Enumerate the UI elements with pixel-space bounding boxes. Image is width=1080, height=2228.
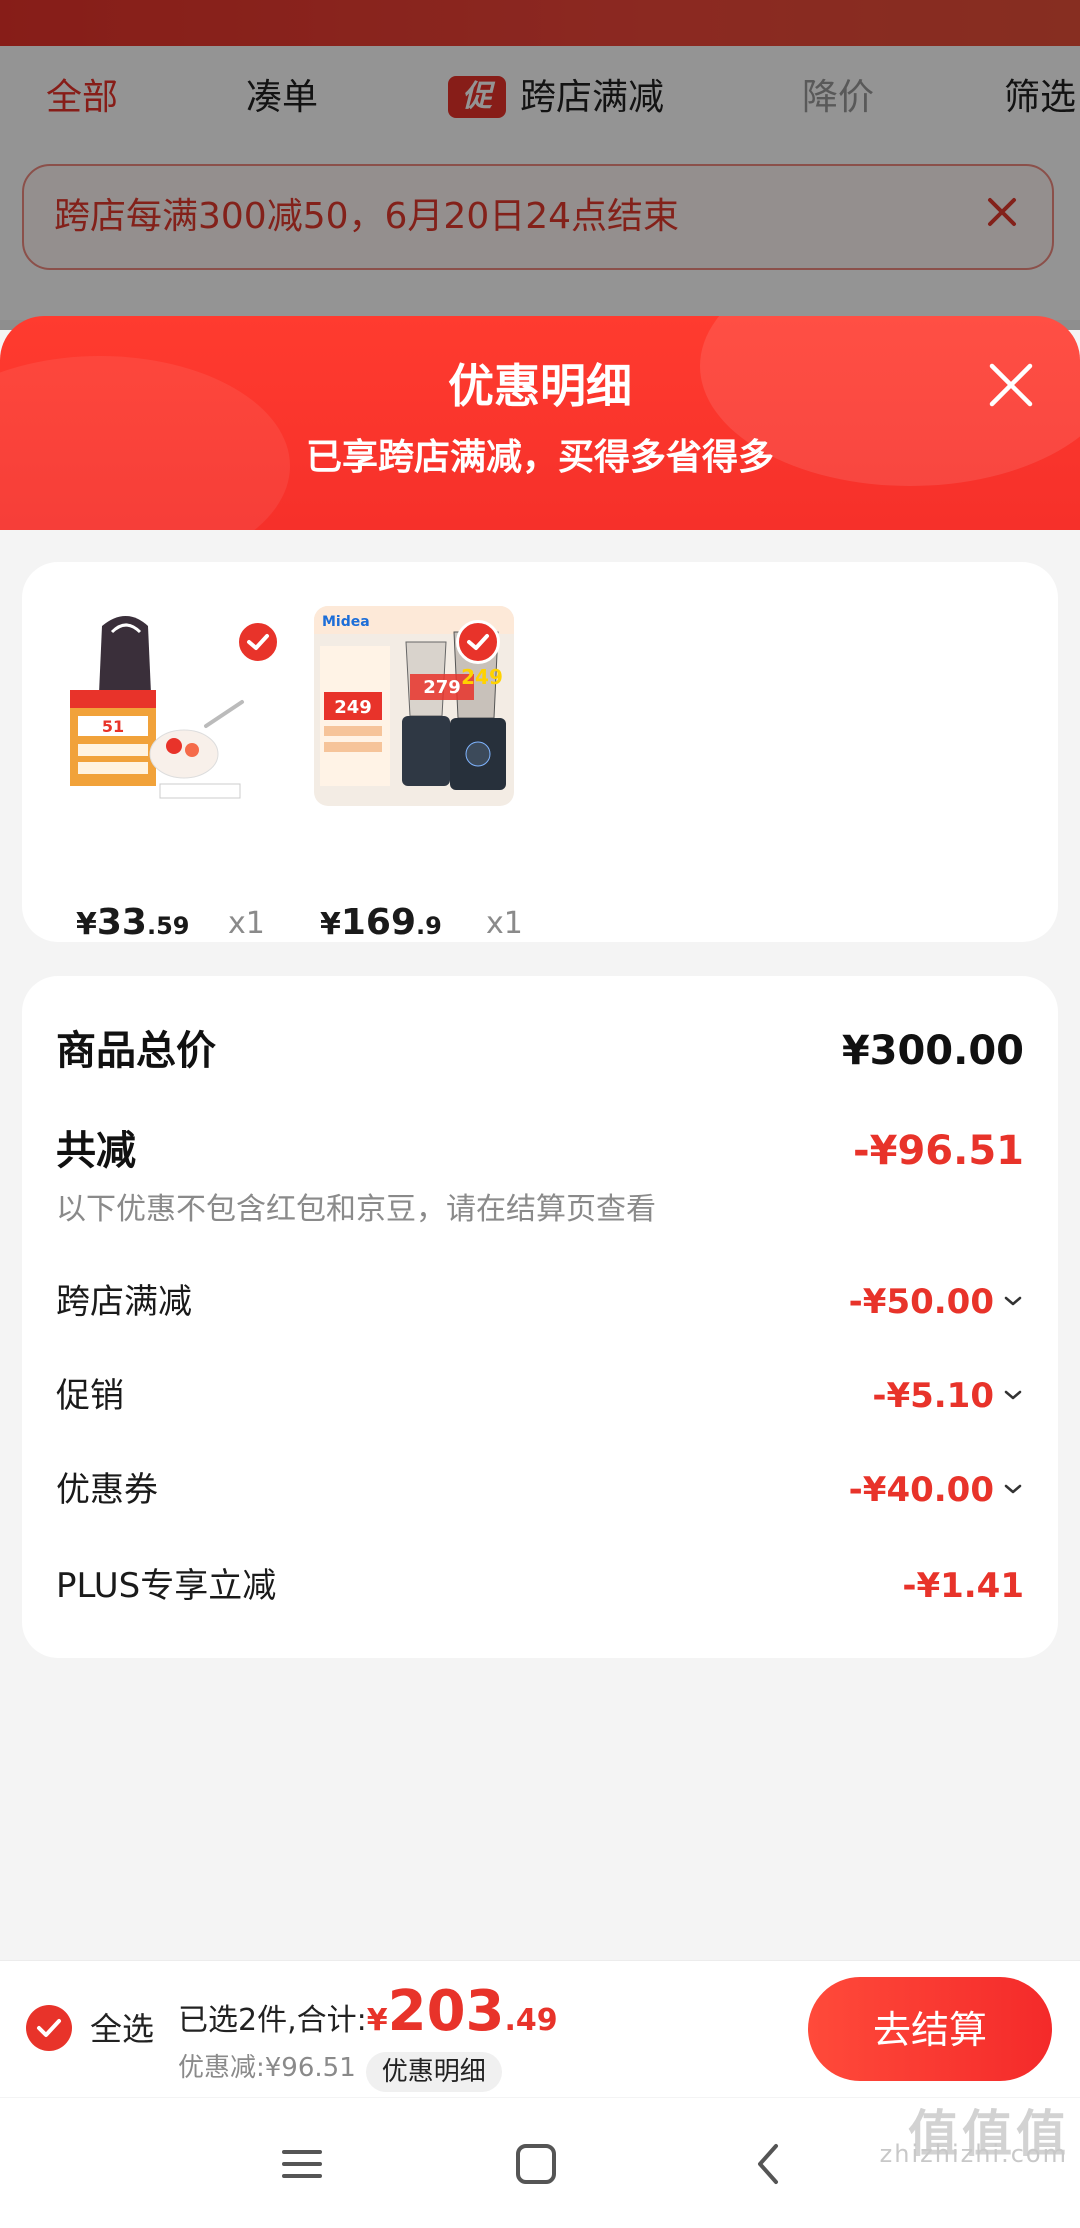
- discount-row[interactable]: 跨店满减 -¥50.00: [56, 1280, 1024, 1324]
- total-price-value: ¥300.00: [841, 1028, 1024, 1074]
- checkmark-icon: [37, 2019, 61, 2037]
- product-quantity: x1: [486, 906, 523, 941]
- back-icon[interactable]: [740, 2134, 800, 2194]
- discount-label: 促销: [56, 1376, 124, 1416]
- discount-amount: -¥40.00: [848, 1470, 994, 1510]
- total-integer: 203: [387, 1979, 505, 2044]
- total-price-label: 商品总价: [56, 1028, 216, 1074]
- discount-amount: -¥5.10: [872, 1376, 994, 1416]
- reduction-note-row: 以下优惠不包含红包和京豆，请在结算页查看: [56, 1190, 1024, 1230]
- product-price: ¥169.9: [320, 902, 442, 943]
- menu-icon[interactable]: [272, 2134, 332, 2194]
- price-integer: 33: [96, 902, 147, 943]
- discount-row[interactable]: 优惠券 -¥40.00: [56, 1468, 1024, 1512]
- discount-label: 跨店满减: [56, 1282, 192, 1322]
- sheet-title: 优惠明细: [448, 359, 632, 413]
- discount-value[interactable]: -¥40.00: [849, 1468, 1024, 1512]
- svg-text:279: 279: [423, 677, 461, 698]
- svg-text:249: 249: [334, 697, 372, 718]
- total-reduction-value: -¥96.51: [853, 1128, 1024, 1174]
- select-all-checkbox[interactable]: [26, 2005, 72, 2051]
- selected-count-text: 已选2件,合计:: [178, 2003, 367, 2038]
- discount-value: -¥1.41: [902, 1566, 1024, 1606]
- chevron-down-icon[interactable]: [1002, 1384, 1024, 1406]
- svg-text:249: 249: [461, 665, 503, 689]
- checkout-button[interactable]: 去结算: [808, 1977, 1052, 2081]
- discount-value[interactable]: -¥50.00: [849, 1280, 1024, 1324]
- svg-text:51: 51: [102, 717, 124, 736]
- currency-symbol: ¥: [76, 907, 97, 942]
- price-summary-card: 商品总价 ¥300.00 共减 -¥96.51 以下优惠不包含红包和京豆，请在结…: [22, 976, 1058, 1658]
- select-all-label[interactable]: 全选: [90, 2009, 154, 2049]
- checkmark-icon: [456, 620, 500, 664]
- discount-sheet-header: 优惠明细 已享跨店满减，买得多省得多: [0, 316, 1080, 530]
- sheet-subtitle: 已享跨店满减，买得多省得多: [305, 437, 774, 478]
- total-reduction-row: 共减 -¥96.51: [56, 1126, 1024, 1176]
- total-price-row: 商品总价 ¥300.00: [56, 1026, 1024, 1076]
- discount-amount: -¥50.00: [848, 1282, 994, 1322]
- close-icon[interactable]: [986, 360, 1036, 410]
- price-integer: 169: [340, 902, 417, 943]
- total-reduction-label: 共减: [56, 1128, 136, 1174]
- discount-value[interactable]: -¥5.10: [872, 1374, 1024, 1418]
- discount-row[interactable]: 促销 -¥5.10: [56, 1374, 1024, 1418]
- selected-products-card: 51 ¥33.59 x1 Midea 249 279 249 ¥169.9 x1: [22, 562, 1058, 943]
- product-quantity: x1: [228, 906, 265, 941]
- selected-total: 已选2件,合计:¥203.49: [178, 1979, 558, 2044]
- discount-row: PLUS专享立减 -¥1.41: [56, 1564, 1024, 1608]
- price-decimal: .9: [416, 912, 442, 940]
- discount-summary-text: 优惠减:¥96.51: [178, 2053, 356, 2083]
- svg-text:Midea: Midea: [322, 614, 370, 630]
- checkout-bar: 全选 已选2件,合计:¥203.49 优惠减:¥96.51 优惠明细 去结算: [0, 1960, 1080, 2097]
- product-thumbnail-lunchbag: 51: [56, 606, 256, 806]
- discount-label: 优惠券: [56, 1470, 158, 1510]
- reduction-note: 以下优惠不包含红包和京豆，请在结算页查看: [56, 1192, 656, 1227]
- currency-symbol: ¥: [366, 2003, 388, 2038]
- watermark-url: zhizhizhi.com: [879, 2140, 1068, 2168]
- product-image[interactable]: 51: [56, 606, 256, 806]
- price-decimal: .59: [146, 912, 190, 940]
- modal-overlay[interactable]: [0, 0, 1080, 330]
- chevron-down-icon[interactable]: [1002, 1290, 1024, 1312]
- discount-summary: 优惠减:¥96.51 优惠明细: [178, 2047, 502, 2092]
- checkmark-icon: [236, 620, 280, 664]
- chevron-down-icon[interactable]: [1002, 1478, 1024, 1500]
- discount-detail-button[interactable]: 优惠明细: [365, 2051, 502, 2092]
- product-price: ¥33.59: [76, 902, 190, 943]
- home-icon[interactable]: [506, 2134, 566, 2194]
- currency-symbol: ¥: [320, 907, 341, 942]
- total-decimal: .49: [504, 2003, 558, 2038]
- discount-label: PLUS专享立减: [56, 1566, 277, 1606]
